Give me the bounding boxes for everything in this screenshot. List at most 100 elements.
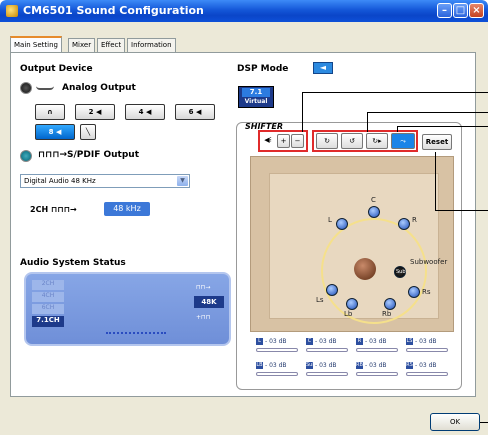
level-rs-badge: RS xyxy=(406,362,413,369)
speaker-4ch-label: 4 xyxy=(138,108,144,116)
level-l-slider[interactable] xyxy=(256,348,298,352)
chevron-down-icon[interactable]: ▼ xyxy=(177,176,188,186)
spdif-output-label: ⊓⊓⊓→S/PDIF Output xyxy=(38,150,140,160)
spdif-format-select[interactable]: Digital Audio 48 KHz ▼ xyxy=(20,174,190,188)
virtual-71-badge[interactable]: 7.1 Virtual xyxy=(238,86,274,108)
level-rb-badge: RB xyxy=(356,362,363,369)
status-display: 2CH 4CH 6CH 7.1CH ⊓⊓→ 48K +⊓⊓ xyxy=(24,272,231,346)
rotate-cw-button[interactable]: ↻ xyxy=(316,133,338,149)
callout-line-4 xyxy=(435,210,488,211)
level-c-badge: C xyxy=(306,338,313,345)
speaker-test-button[interactable]: ╲ xyxy=(80,124,96,140)
speaker-right-label: R xyxy=(412,216,417,224)
maximize-button[interactable]: □ xyxy=(453,3,468,18)
plus-button[interactable]: + xyxy=(277,134,290,148)
level-c-slider[interactable] xyxy=(306,348,348,352)
status-row-2ch: 2CH xyxy=(32,280,64,290)
speaker-center-label: C xyxy=(371,196,376,204)
audio-system-status-title: Audio System Status xyxy=(20,258,126,268)
title-bar[interactable]: CM6501 Sound Configuration – □ × xyxy=(0,0,488,22)
close-icon: × xyxy=(472,5,481,16)
minimize-button[interactable]: – xyxy=(437,3,452,18)
minus-button[interactable]: − xyxy=(291,134,304,148)
level-ls-slider[interactable] xyxy=(406,348,448,352)
speaker-sub-label: Sub xyxy=(396,269,406,275)
level-rb-value: - 03 dB xyxy=(365,362,387,369)
level-lb-slider[interactable] xyxy=(256,372,298,376)
level-r-slider[interactable] xyxy=(356,348,398,352)
speaker-2ch-label: 2 xyxy=(88,108,94,116)
level-r: R- 03 dB xyxy=(356,338,387,345)
dsp-mode-title: DSP Mode xyxy=(237,64,289,74)
output-device-title: Output Device xyxy=(20,64,93,74)
tab-main-setting[interactable]: Main Setting xyxy=(10,36,62,52)
spdif-output-label-text: S/PDIF Output xyxy=(67,150,140,160)
speaker-center[interactable] xyxy=(368,206,380,218)
callout-line-4-vert xyxy=(435,152,436,210)
speaker-4ch-button[interactable]: 4 ◀ xyxy=(125,104,165,120)
spdif-rate-badge: 48 kHz xyxy=(104,202,150,216)
speaker-rs-label: Rs xyxy=(422,288,431,296)
speaker-left-back[interactable] xyxy=(346,298,358,310)
analog-output-icon xyxy=(20,82,32,94)
speaker-lb-label: Lb xyxy=(344,310,353,318)
ok-button[interactable]: OK xyxy=(430,413,480,431)
level-rb: RB - 03 dB xyxy=(356,362,387,369)
reset-button[interactable]: Reset xyxy=(422,134,452,150)
speaker-room: C L R Sub Subwoofer Ls Rs Lb Rb xyxy=(250,156,454,332)
room-floor: C L R Sub Subwoofer Ls Rs Lb Rb xyxy=(269,173,447,324)
rotate-ccw-button[interactable]: ↺ xyxy=(341,133,363,149)
level-rs-slider[interactable] xyxy=(406,372,448,376)
spdif-2ch-indicator: 2CH ⊓⊓⊓→ xyxy=(30,205,77,214)
level-c: C- 03 dB xyxy=(306,338,337,345)
tab-information[interactable]: Information xyxy=(127,38,176,52)
rotation-control-group: ↻ ↺ ↻▸ ⤳ xyxy=(312,130,418,152)
window-title: CM6501 Sound Configuration xyxy=(23,4,204,17)
status-analog-icon: +⊓⊓ xyxy=(196,314,211,321)
level-lb-badge: LB xyxy=(256,362,263,369)
speaker-2ch-button[interactable]: 2 ◀ xyxy=(75,104,115,120)
level-rs-value: - 03 dB xyxy=(415,362,437,369)
level-lb: LB - 03 dB xyxy=(256,362,287,369)
speaker-left[interactable] xyxy=(336,218,348,230)
rotate-mode-button[interactable]: ↻▸ xyxy=(366,133,388,149)
speaker-right-back[interactable] xyxy=(384,298,396,310)
dsp-mode-arrow-button[interactable]: ◄ xyxy=(313,62,333,74)
spdif-format-value: Digital Audio 48 KHz xyxy=(24,177,96,185)
level-ls: LS - 03 dB xyxy=(406,338,437,345)
spdif-output-icon xyxy=(20,150,32,162)
level-sub-value: - 03 dB xyxy=(315,362,337,369)
analog-output-label: Analog Output xyxy=(62,83,136,93)
shift-mode-button[interactable]: ⤳ xyxy=(391,133,415,149)
speaker-right-surround[interactable] xyxy=(408,286,420,298)
tab-mixer[interactable]: Mixer xyxy=(68,38,96,52)
speaker-ls-label: Ls xyxy=(316,296,324,304)
speaker-volume-icon[interactable]: ◀⁝ xyxy=(261,133,275,149)
level-l-value: - 03 dB xyxy=(265,338,287,345)
listener-head xyxy=(354,258,376,280)
level-ls-value: - 03 dB xyxy=(415,338,437,345)
status-row-6ch: 6CH xyxy=(32,304,64,314)
headphone-button[interactable]: ∩ xyxy=(35,104,65,120)
tab-effect[interactable]: Effect xyxy=(97,38,126,52)
speaker-test-icon: ╲ xyxy=(85,128,91,136)
level-sub-slider[interactable] xyxy=(306,372,348,376)
speaker-8ch-button[interactable]: 8 ◀ xyxy=(35,124,75,140)
level-rb-slider[interactable] xyxy=(356,372,398,376)
speaker-right[interactable] xyxy=(398,218,410,230)
waveform-icon xyxy=(36,84,54,90)
speaker-rb-label: Rb xyxy=(382,310,392,318)
maximize-icon: □ xyxy=(455,5,466,16)
speaker-left-surround[interactable] xyxy=(326,284,338,296)
level-r-value: - 03 dB xyxy=(365,338,387,345)
status-row-4ch: 4CH xyxy=(32,292,64,302)
close-button[interactable]: × xyxy=(469,3,484,18)
status-rate: 48K xyxy=(194,296,224,308)
app-icon xyxy=(6,5,18,17)
minimize-icon: – xyxy=(442,5,447,16)
dialog-window: CM6501 Sound Configuration – □ × Main Se… xyxy=(0,0,488,435)
speaker-8ch-label: 8 xyxy=(48,128,54,136)
speaker-6ch-button[interactable]: 6 ◀ xyxy=(175,104,215,120)
speaker-6ch-label: 6 xyxy=(188,108,194,116)
spdif-2ch-label: 2CH xyxy=(30,205,49,214)
